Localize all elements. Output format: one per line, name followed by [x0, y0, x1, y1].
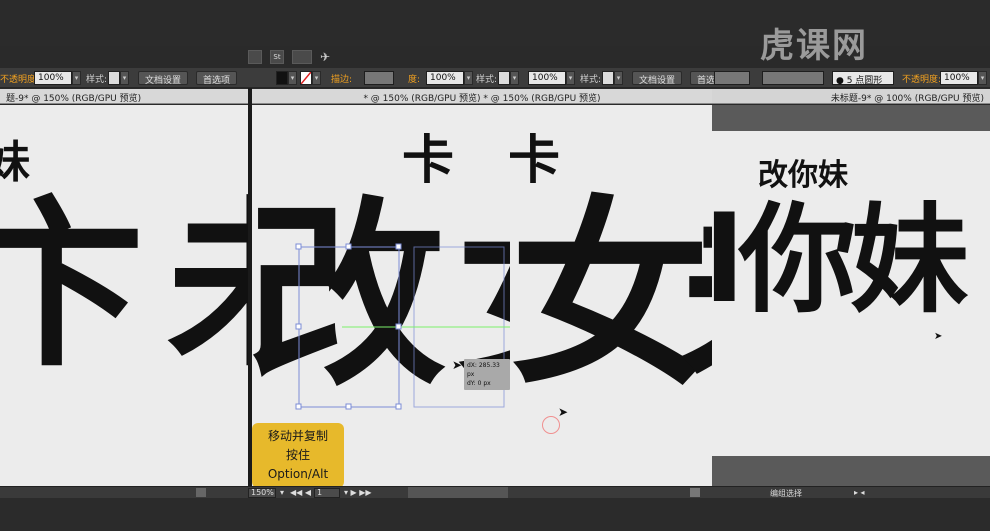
zoom-dropdown-icon[interactable]: ▾ — [280, 488, 284, 497]
stroke-input-2[interactable] — [714, 71, 750, 85]
prev-artboard-icon[interactable]: ◀◀ ◀ — [290, 488, 311, 497]
status-menu-icon[interactable]: ▸ ◂ — [854, 488, 865, 497]
fill-swatch[interactable] — [276, 71, 288, 85]
opacity-label-4: 不透明度: — [902, 75, 942, 85]
style-dropdown-3[interactable]: ▾ — [614, 71, 623, 85]
style-dropdown-2[interactable]: ▾ — [510, 71, 519, 85]
canvas-panel-3[interactable]: 卡 女未 ➤ — [510, 105, 712, 486]
move-tooltip: dX: 285.33 px dY: 0 px — [464, 359, 510, 390]
doc-settings-button[interactable]: 文档设置 — [138, 71, 189, 86]
note-line-1: 移动并复制 — [267, 429, 328, 443]
opacity-label-2: 度: — [408, 75, 421, 85]
opacity-input[interactable]: 100% — [34, 71, 72, 85]
big-text-4: l你妹 — [712, 191, 968, 329]
horizontal-scrollbar[interactable] — [408, 487, 508, 498]
big-text-3: 女未 — [510, 180, 712, 413]
stroke-dropdown[interactable]: ▾ — [312, 71, 321, 85]
style-swatch-3[interactable] — [602, 71, 614, 85]
stroke-label: 描边: — [331, 75, 353, 85]
scroll-thumb-3[interactable] — [690, 488, 700, 497]
zoom-field[interactable]: 150% — [248, 488, 276, 498]
canvas-panel-4[interactable]: 改你妹 l你妹 ➤ — [712, 131, 990, 456]
click-indicator — [542, 416, 560, 434]
profile-input[interactable] — [762, 71, 824, 85]
opacity-input-2[interactable]: 100% — [426, 71, 464, 85]
artboard-gutter-bottom — [712, 456, 990, 486]
brush-select[interactable]: ● 5 点圆形 — [832, 71, 894, 86]
artboard-number[interactable]: 1 — [314, 488, 340, 498]
fill-dropdown[interactable]: ▾ — [288, 71, 297, 85]
document-tab-1[interactable]: 题-9* @ 150% (RGB/GPU 预览) — [0, 89, 248, 104]
cursor-arrow-icon-2: ➤ — [558, 405, 569, 419]
opacity-input-4[interactable]: 100% — [940, 71, 978, 85]
stock-icon[interactable]: St — [270, 50, 284, 64]
watermark: 虎课网 — [760, 26, 868, 66]
opacity-dropdown[interactable]: ▾ — [72, 71, 81, 85]
opacity-dropdown-3[interactable]: ▾ — [566, 71, 575, 85]
style-label-3: 样式: — [580, 75, 602, 85]
next-artboard-icon[interactable]: ▾ ▶ ▶▶ — [344, 488, 372, 497]
statusbar-4: 编组选择 ▸ ◂ — [712, 486, 990, 498]
control-bar: 不透明度: 100% ▾ 样式: ▾ 文档设置 首选项 ▾ ▾ 描边: 度: 1… — [0, 68, 990, 88]
style-dropdown[interactable]: ▾ — [120, 71, 129, 85]
arrange-icon[interactable] — [248, 50, 262, 64]
canvas-panel-2[interactable]: 卡 改 女 dX: 285.33 px dY: 0 px ➤ 移动并复制 按住O… — [252, 105, 510, 486]
note-line-2: 按住Option/Alt — [267, 448, 329, 481]
canvas-panel-1[interactable]: 妹 卞 未 — [0, 105, 248, 486]
style-label: 样式: — [86, 75, 108, 85]
cursor-arrow-icon: ➤ — [452, 358, 463, 372]
big-text-1: 卞 未 — [0, 182, 248, 391]
stroke-width-input[interactable] — [364, 71, 394, 85]
statusbar-3 — [512, 486, 712, 498]
workspace-icon[interactable] — [292, 50, 312, 64]
send-icon[interactable]: ✈ — [320, 50, 330, 64]
brush-label: 5 点圆形 — [846, 76, 883, 86]
scroll-thumb-1[interactable] — [196, 488, 206, 497]
opacity-dropdown-4[interactable]: ▾ — [978, 71, 987, 85]
cursor-arrow-icon-3: ➤ — [934, 331, 943, 342]
style-label-2: 样式: — [476, 75, 498, 85]
app-bottom-area — [0, 498, 990, 531]
document-tab-3[interactable]: 未标题-9* @ 100% (RGB/GPU 预览) — [712, 89, 990, 104]
opacity-dropdown-2[interactable]: ▾ — [464, 71, 473, 85]
style-swatch-2[interactable] — [498, 71, 510, 85]
document-tab-2[interactable]: * @ 150% (RGB/GPU 预览) * @ 150% (RGB/GPU … — [252, 89, 712, 104]
preferences-button[interactable]: 首选项 — [196, 71, 238, 86]
shortcut-note: 移动并复制 按住Option/Alt — [252, 423, 344, 486]
opacity-input-3[interactable]: 100% — [528, 71, 566, 85]
tooltip-dy: dY: 0 px — [467, 380, 491, 387]
statusbar-2: 150% ▾ ◀◀ ◀ 1 ▾ ▶ ▶▶ — [248, 486, 512, 498]
small-text-1: 妹 — [0, 137, 30, 188]
small-text-4: 改你妹 — [758, 158, 848, 193]
stroke-swatch[interactable] — [300, 71, 312, 85]
style-swatch[interactable] — [108, 71, 120, 85]
artboard-gutter-top — [712, 105, 990, 131]
tooltip-dx: dX: 285.33 px — [467, 362, 500, 378]
statusbar-1 — [0, 486, 248, 498]
doc-settings-button-2[interactable]: 文档设置 — [632, 71, 683, 86]
